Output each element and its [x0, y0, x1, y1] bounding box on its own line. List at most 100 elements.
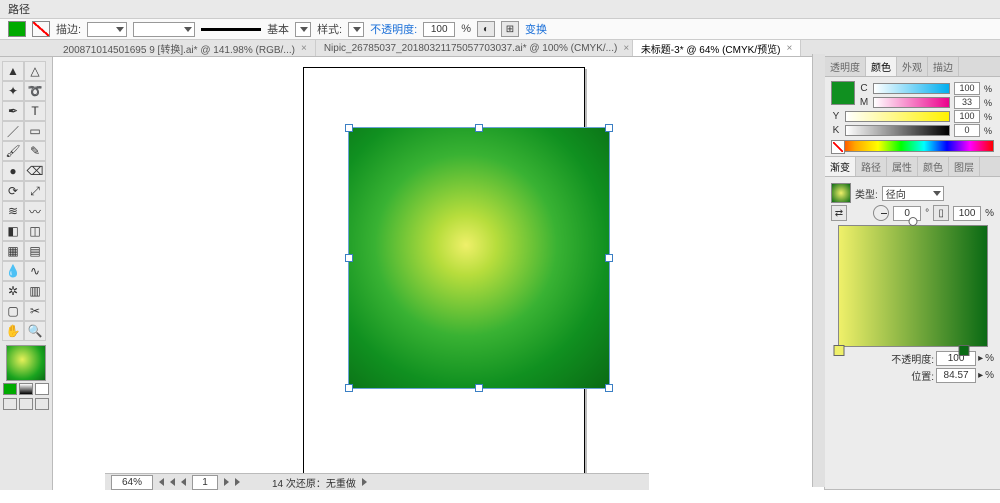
angle-input[interactable]: 0: [893, 206, 921, 221]
last-artboard-icon[interactable]: [235, 478, 240, 486]
fill-stroke-indicator[interactable]: [6, 345, 46, 381]
resize-handle[interactable]: [605, 254, 613, 262]
collapsed-panel-dock[interactable]: [812, 54, 825, 487]
canvas[interactable]: 64% 1 14 次还原：无重做: [53, 57, 824, 490]
zoom-tool[interactable]: 🔍: [24, 321, 46, 341]
reverse-gradient-icon[interactable]: ⇄: [831, 205, 847, 221]
align-icon[interactable]: ⊞: [501, 21, 519, 37]
symbol-spray-tool[interactable]: ✲: [2, 281, 24, 301]
channel-input[interactable]: 100: [954, 110, 980, 123]
stroke-weight-dropdown[interactable]: [87, 22, 127, 37]
artboard-index-input[interactable]: 1: [192, 475, 218, 490]
transform-link[interactable]: 变换: [525, 21, 547, 37]
close-icon[interactable]: ×: [623, 43, 629, 54]
tab-layers[interactable]: 图层: [949, 157, 980, 176]
resize-handle[interactable]: [605, 384, 613, 392]
pen-tool[interactable]: ✒: [2, 101, 24, 121]
width-tool[interactable]: ≋: [2, 201, 24, 221]
scale-tool[interactable]: ⤢: [24, 181, 46, 201]
opacity-input[interactable]: 100: [423, 22, 455, 37]
opacity-link[interactable]: 不透明度:: [370, 21, 417, 37]
shape-builder-tool[interactable]: ◧: [2, 221, 24, 241]
stroke-profile-dropdown[interactable]: [133, 22, 195, 37]
mesh-tool[interactable]: ▦: [2, 241, 24, 261]
gradient-stop[interactable]: [959, 345, 970, 356]
recolor-icon[interactable]: ◐: [477, 21, 495, 37]
fill-color-swatch[interactable]: [831, 81, 855, 105]
tab-attributes[interactable]: 属性: [887, 157, 918, 176]
style-dropdown[interactable]: [348, 22, 364, 37]
blend-tool[interactable]: ∿: [24, 261, 46, 281]
magic-wand-tool[interactable]: ✦: [2, 81, 24, 101]
resize-handle[interactable]: [475, 124, 483, 132]
angle-dial[interactable]: [873, 205, 889, 221]
spectrum-bar[interactable]: [831, 140, 994, 152]
tab-transparency[interactable]: 透明度: [825, 57, 866, 76]
tab-gradient[interactable]: 渐变: [825, 157, 856, 176]
line-tool[interactable]: ／: [2, 121, 24, 141]
rotate-tool[interactable]: ⟳: [2, 181, 24, 201]
gradient-thumb[interactable]: [831, 183, 851, 203]
eyedropper-tool[interactable]: 💧: [2, 261, 24, 281]
direct-select-tool[interactable]: △: [24, 61, 46, 81]
stroke-swatch[interactable]: [32, 21, 50, 37]
channel-slider[interactable]: [873, 97, 950, 108]
brush-dropdown[interactable]: [295, 22, 311, 37]
gradient-stop[interactable]: [833, 345, 844, 356]
type-tool[interactable]: T: [24, 101, 46, 121]
document-tab[interactable]: 200871014501695 9 [转换].ai* @ 141.98% (RG…: [55, 40, 316, 56]
channel-input[interactable]: 100: [954, 82, 980, 95]
channel-input[interactable]: 0: [954, 124, 980, 137]
channel-input[interactable]: 33: [954, 96, 980, 109]
status-bar: 64% 1 14 次还原：无重做: [105, 473, 649, 490]
resize-handle[interactable]: [605, 124, 613, 132]
slice-tool[interactable]: ✂: [24, 301, 46, 321]
tab-appearance[interactable]: 外观: [897, 57, 928, 76]
zoom-down-icon[interactable]: [159, 478, 164, 486]
pencil-tool[interactable]: ✎: [24, 141, 46, 161]
tab-stroke[interactable]: 描边: [928, 57, 959, 76]
artboard-tool[interactable]: ▢: [2, 301, 24, 321]
prev-artboard-icon[interactable]: [181, 478, 186, 486]
status-menu-icon[interactable]: [362, 478, 367, 486]
tab-pathfinder[interactable]: 路径: [856, 157, 887, 176]
tab-color2[interactable]: 颜色: [918, 157, 949, 176]
hand-tool[interactable]: ✋: [2, 321, 24, 341]
fill-swatch[interactable]: [8, 21, 26, 37]
resize-handle[interactable]: [475, 384, 483, 392]
rectangle-tool[interactable]: ▭: [24, 121, 46, 141]
first-artboard-icon[interactable]: [170, 478, 175, 486]
gradient-tool[interactable]: ▤: [24, 241, 46, 261]
stop-location-input[interactable]: 84.57: [936, 368, 976, 383]
lasso-tool[interactable]: ➰: [24, 81, 46, 101]
channel-slider[interactable]: [845, 111, 950, 122]
warp-tool[interactable]: 〰: [24, 201, 46, 221]
eraser-tool[interactable]: ⌫: [24, 161, 46, 181]
next-artboard-icon[interactable]: [224, 478, 229, 486]
document-tab[interactable]: 未标题-3* @ 64% (CMYK/预览) ×: [633, 40, 801, 56]
column-graph-tool[interactable]: ▥: [24, 281, 46, 301]
channel-slider[interactable]: [845, 125, 950, 136]
channel-slider[interactable]: [873, 83, 950, 94]
selected-object[interactable]: [348, 127, 610, 389]
gradient-type-dropdown[interactable]: 径向: [882, 186, 944, 201]
resize-handle[interactable]: [345, 124, 353, 132]
zoom-input[interactable]: 64%: [111, 475, 153, 490]
brush-tool[interactable]: 🖌: [2, 141, 24, 161]
screen-mode-buttons[interactable]: [3, 398, 49, 410]
gradient-midpoint[interactable]: [908, 217, 917, 226]
document-tab[interactable]: Nipic_26785037_20180321175057703037.ai* …: [316, 40, 633, 56]
none-color-icon[interactable]: [831, 140, 845, 154]
resize-handle[interactable]: [345, 384, 353, 392]
blob-brush-tool[interactable]: ●: [2, 161, 24, 181]
aspect-input[interactable]: 100: [953, 206, 981, 221]
stop-opacity-input[interactable]: 100: [936, 351, 976, 366]
close-icon[interactable]: ×: [786, 43, 792, 54]
color-mode-swatches[interactable]: [3, 383, 49, 395]
resize-handle[interactable]: [345, 254, 353, 262]
selection-tool[interactable]: ▲: [2, 61, 24, 81]
perspective-tool[interactable]: ◫: [24, 221, 46, 241]
tab-color[interactable]: 颜色: [866, 57, 897, 76]
gradient-ramp[interactable]: [838, 225, 988, 347]
close-icon[interactable]: ×: [301, 43, 307, 54]
